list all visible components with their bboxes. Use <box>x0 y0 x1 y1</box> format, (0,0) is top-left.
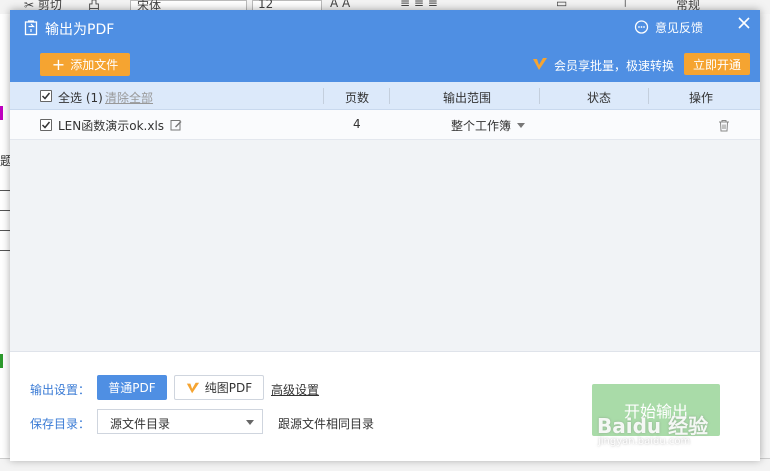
output-range-select[interactable]: 整个工作簿 <box>451 117 526 134</box>
add-file-label: 添加文件 <box>70 58 119 72</box>
image-pdf-label: 纯图PDF <box>204 381 253 395</box>
file-name: LEN函数演示ok.xls <box>58 119 165 133</box>
wrap-icon[interactable]: ▭ <box>556 0 567 10</box>
column-divider <box>539 88 540 104</box>
column-divider <box>323 88 324 104</box>
watermark-logo: Baidu 经验 <box>597 414 709 438</box>
chevron-down-icon <box>246 420 254 425</box>
check-icon <box>41 92 51 100</box>
vip-promo-text: 会员享批量，极速转换 <box>554 59 675 73</box>
save-dir-value: 源文件目录 <box>110 417 171 431</box>
activate-vip-button[interactable]: 立即开通 <box>684 53 750 75</box>
close-icon[interactable] <box>737 16 751 30</box>
column-divider <box>389 88 390 104</box>
pdf-export-icon <box>24 20 38 36</box>
format-icon[interactable]: ⊤ <box>620 0 630 10</box>
clear-all-link[interactable]: 清除全部 <box>105 89 153 106</box>
feedback-label: 意见反馈 <box>655 21 704 35</box>
edit-icon[interactable] <box>170 119 182 131</box>
chat-bubble-icon <box>634 20 649 34</box>
trash-icon[interactable] <box>718 119 730 132</box>
add-file-button[interactable]: + 添加文件 <box>40 53 130 76</box>
output-range-value: 整个工作簿 <box>451 119 512 133</box>
check-icon <box>41 121 51 129</box>
file-list-empty-area <box>10 140 760 351</box>
row-checkbox[interactable] <box>40 119 52 131</box>
vip-crown-icon <box>533 58 547 70</box>
save-dir-select[interactable]: 源文件目录 <box>97 409 263 434</box>
select-all-label: 全选 (1) <box>58 91 103 105</box>
column-header-range: 输出范围 <box>443 91 492 105</box>
table-row: LEN函数演示ok.xls 4 整个工作簿 <box>10 110 760 140</box>
dialog-header: 输出为PDF 意见反馈 + 添加文件 会员享批量，极速转换 立即开通 <box>10 10 760 82</box>
save-dir-note: 跟源文件相同目录 <box>278 417 375 431</box>
feedback-link[interactable]: 意见反馈 <box>634 19 703 36</box>
column-header-status: 状态 <box>587 91 612 105</box>
align-icons[interactable]: ≡ ≡ ≡ <box>400 0 438 10</box>
advanced-settings-link[interactable]: 高级设置 <box>271 381 319 398</box>
select-all-checkbox[interactable] <box>40 90 52 102</box>
file-table-header: 全选 (1) 清除全部 页数 输出范围 状态 操作 <box>10 82 760 110</box>
column-divider <box>648 88 649 104</box>
font-grow-icon[interactable]: A A <box>330 0 350 10</box>
page-count: 4 <box>353 117 361 131</box>
normal-pdf-button[interactable]: 普通PDF <box>97 375 167 400</box>
column-header-pages: 页数 <box>345 91 370 105</box>
save-dir-label: 保存目录： <box>30 417 91 431</box>
dialog-title: 输出为PDF <box>45 22 115 38</box>
image-pdf-button[interactable]: 纯图PDF <box>174 375 264 400</box>
vip-crown-icon <box>186 382 199 393</box>
watermark-url: jingyan.baidu.com <box>598 436 691 447</box>
column-header-action: 操作 <box>689 91 714 105</box>
plus-icon: + <box>51 54 66 74</box>
chevron-down-icon <box>517 123 526 128</box>
export-pdf-dialog: 输出为PDF 意见反馈 + 添加文件 会员享批量，极速转换 立即开通 全选 (1… <box>10 10 760 461</box>
output-settings-label: 输出设置： <box>30 383 91 397</box>
